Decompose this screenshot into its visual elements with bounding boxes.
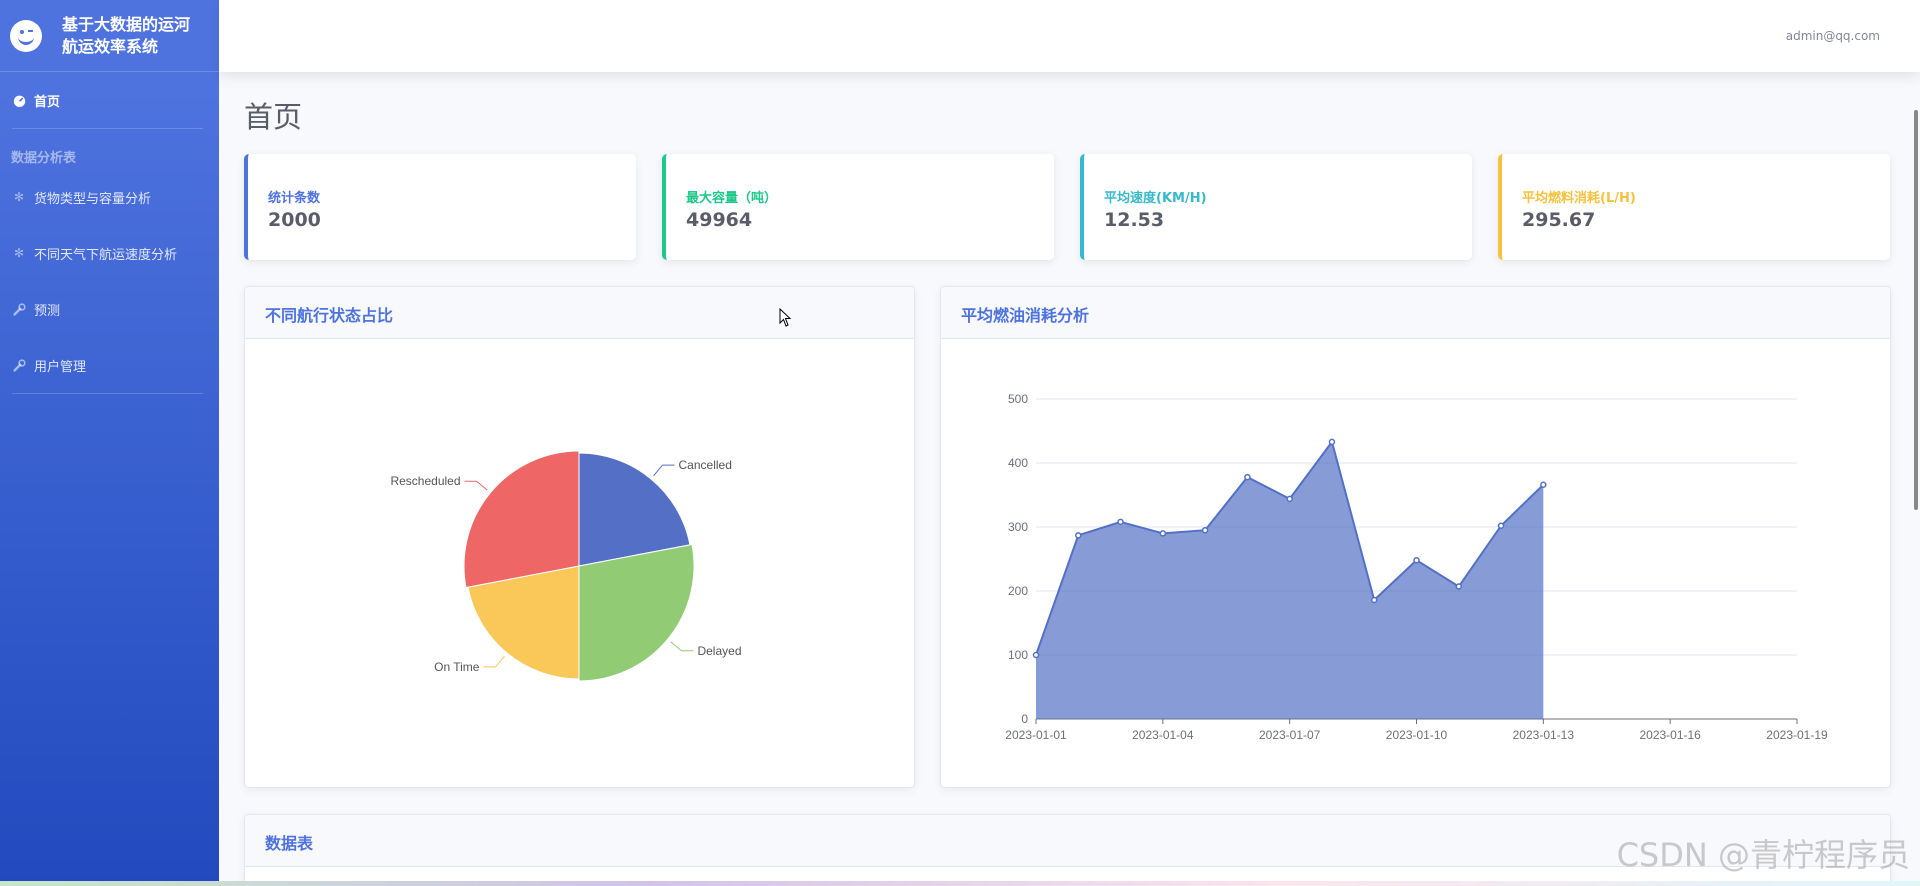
sidebar-item-user-management[interactable]: 用户管理	[0, 337, 219, 393]
y-tick-label: 200	[1008, 584, 1028, 598]
y-tick-label: 400	[1008, 456, 1028, 470]
data-point	[1244, 473, 1251, 481]
sidebar-item-forecast[interactable]: 预测	[0, 281, 219, 337]
sidebar-item-label: 用户管理	[34, 359, 87, 375]
data-point	[1497, 522, 1505, 529]
stat-card-avg-fuel: 平均燃料消耗(L/H) 295.67	[1498, 154, 1890, 260]
y-tick-label: 0	[1021, 712, 1028, 726]
x-tick-label: 2023-01-10	[1386, 728, 1448, 742]
x-tick-label: 2023-01-19	[1766, 728, 1828, 742]
sidebar-section-heading: 数据分析表	[11, 151, 77, 166]
stat-label: 平均燃料消耗(L/H)	[1522, 191, 1636, 206]
brand-title: 基于大数据的运河航运效率系统	[62, 14, 191, 56]
y-tick-label: 100	[1008, 648, 1028, 662]
data-point	[1370, 596, 1378, 604]
data-point	[1540, 481, 1547, 489]
pie-slice	[463, 450, 580, 589]
pie-label-line	[670, 641, 694, 652]
sidebar-item-label: 不同天气下航运速度分析	[34, 247, 178, 263]
stat-card-max-capacity: 最大容量（吨） 49964	[662, 154, 1054, 260]
panel-title: 平均燃油消耗分析	[941, 287, 1890, 339]
sidebar-item-weather-speed[interactable]: ✻ 不同天气下航运速度分析	[0, 225, 219, 281]
pie-label: Delayed	[697, 644, 741, 658]
x-tick-label: 2023-01-16	[1639, 728, 1701, 742]
x-tick-label: 2023-01-07	[1259, 728, 1321, 742]
tachometer-icon	[12, 93, 26, 107]
x-tick-label: 2023-01-01	[1005, 728, 1067, 742]
x-tick-label: 2023-01-04	[1132, 728, 1194, 742]
sidebar-item-home[interactable]: 首页	[0, 72, 219, 128]
pie-label-line	[483, 655, 505, 668]
data-point	[1286, 495, 1293, 503]
stat-label: 统计条数	[268, 191, 321, 206]
pie-slice	[578, 543, 695, 682]
sidebar-item-label: 预测	[34, 303, 61, 319]
sidebar-item-cargo-analysis[interactable]: ✻ 货物类型与容量分析	[0, 169, 219, 225]
stat-card-avg-speed: 平均速度(KM/H) 12.53	[1080, 154, 1472, 260]
panel-title: 不同航行状态占比	[245, 287, 914, 339]
data-point	[1328, 438, 1336, 446]
data-point	[1159, 530, 1167, 537]
data-point	[1075, 532, 1082, 539]
topbar: admin@qq.com	[219, 0, 1920, 72]
pie-chart-panel: 不同航行状态占比 Cancelled Delayed On Time Reschedu…	[244, 286, 915, 788]
y-tick-label: 300	[1008, 520, 1028, 534]
area-fill	[1036, 441, 1544, 719]
stat-label: 最大容量（吨）	[686, 191, 778, 206]
stat-value: 295.67	[1522, 209, 1596, 231]
stat-value: 12.53	[1104, 209, 1165, 231]
page-title: 首页	[244, 100, 303, 134]
pie-label: Rescheduled	[390, 474, 460, 488]
main-content: 首页 统计条数 2000 最大容量（吨） 49964 平均速度(KM/H) 12…	[219, 72, 1920, 886]
area-chart: 0 100 200 300 400 500 2023-01-01 2023-01-04 2023…	[1005, 392, 1828, 742]
data-point	[1117, 518, 1124, 526]
y-tick-label: 500	[1008, 392, 1028, 406]
sidebar-item-label: 货物类型与容量分析	[34, 191, 152, 207]
gear-icon: ✻	[13, 190, 25, 204]
stat-card-count: 统计条数 2000	[244, 154, 636, 260]
wrench-icon	[12, 358, 26, 372]
sidebar-divider	[12, 393, 203, 394]
gear-icon: ✻	[13, 246, 25, 260]
pie-chart: Cancelled Delayed On Time Rescheduled	[390, 450, 742, 682]
bottom-strip	[0, 881, 1920, 886]
data-point	[1455, 583, 1463, 590]
pie-label-line	[464, 480, 488, 491]
pie-label: On Time	[434, 660, 480, 674]
pie-label-line	[653, 464, 675, 477]
mouse-cursor-icon	[779, 308, 792, 327]
sidebar-item-label: 首页	[34, 94, 61, 110]
stat-label: 平均速度(KM/H)	[1104, 191, 1207, 206]
brand[interactable]: 基于大数据的运河航运效率系统	[0, 0, 219, 72]
stat-value: 2000	[268, 209, 321, 231]
scrollbar[interactable]	[1914, 110, 1918, 510]
data-point	[1413, 557, 1420, 564]
stat-value: 49964	[686, 209, 753, 231]
x-tick-label: 2023-01-13	[1513, 728, 1575, 742]
watermark: CSDN @青柠程序员	[1616, 836, 1910, 874]
pie-label: Cancelled	[679, 458, 732, 472]
wrench-icon	[12, 302, 26, 316]
user-email[interactable]: admin@qq.com	[1786, 29, 1880, 43]
line-chart-panel: 平均燃油消耗分析 0 100 200 300 400 500 2023-01-01 2023-…	[940, 286, 1891, 788]
laugh-wink-icon	[10, 19, 42, 52]
sidebar: 基于大数据的运河航运效率系统 首页 数据分析表 ✻ 货物类型与容量分析 ✻ 不同…	[0, 0, 219, 886]
data-point	[1032, 651, 1040, 659]
data-point	[1201, 526, 1209, 534]
